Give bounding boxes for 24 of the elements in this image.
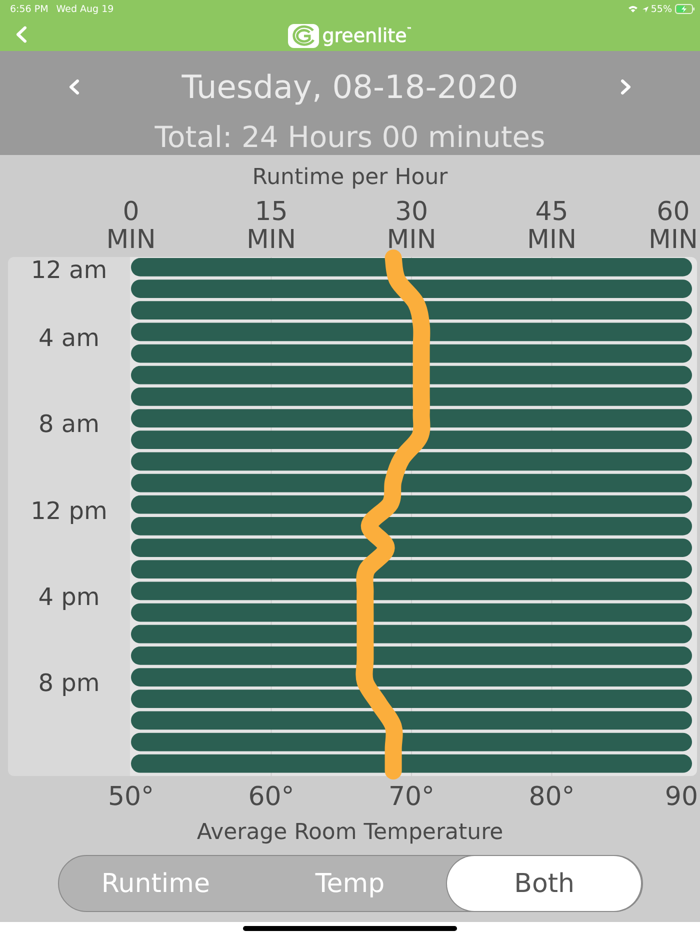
tick-label: 80° — [528, 783, 575, 811]
hour-label: 8 am — [38, 410, 100, 438]
status-time: 6:56 PM — [10, 4, 48, 14]
status-date: Wed Aug 19 — [56, 4, 114, 14]
hour-label: 12 am — [30, 256, 108, 284]
hour-label: 4 pm — [38, 582, 100, 611]
logo-wordmark: greenlite$^{™}$ — [322, 24, 412, 46]
tick-label: 45 MIN — [526, 198, 577, 254]
tick-label: 90 — [664, 783, 698, 811]
axis-title: Runtime per Hour — [252, 165, 448, 191]
tick-label: 70° — [388, 783, 435, 811]
tick-label: 50° — [108, 783, 154, 811]
date-title: Tuesday, 08-18-2020 — [180, 67, 520, 107]
tick-label: 30 MIN — [386, 198, 436, 254]
tick-label: 0 MIN — [106, 198, 156, 254]
hour-label: 12 pm — [30, 496, 108, 525]
tick-label: 60 MIN — [648, 198, 698, 254]
axis-title: Average Room Temperature — [196, 820, 504, 846]
hour-label: 4 am — [38, 324, 100, 352]
hour-label: 8 pm — [38, 669, 100, 698]
tick-label: 60° — [248, 783, 294, 811]
total-runtime-text: Total: 24 Hours 00 minutes — [154, 120, 546, 154]
tick-label: 15 MIN — [246, 198, 296, 254]
battery-percent: 55% — [650, 4, 672, 14]
